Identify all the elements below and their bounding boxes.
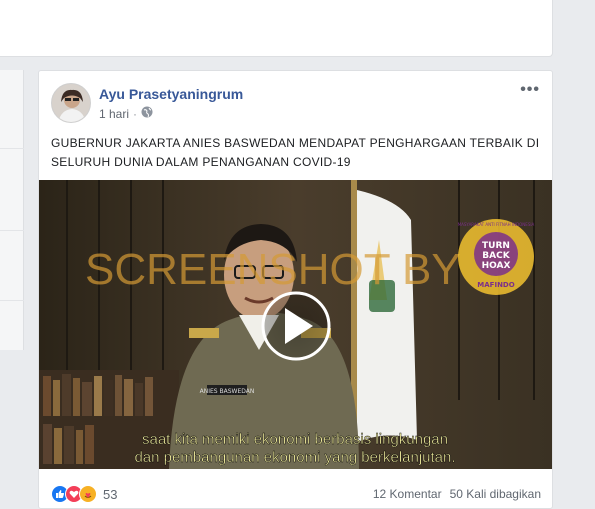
sidebar-divider	[0, 300, 24, 301]
post-author[interactable]: Ayu Prasetyaningrum	[99, 86, 243, 102]
sidebar-divider	[0, 148, 24, 149]
post-time[interactable]: 1 hari	[99, 107, 129, 121]
mafindo-badge: TURN BACK HOAX MAFINDO MASYARAKAT ANTI F…	[458, 219, 535, 295]
previous-post-card	[0, 0, 553, 57]
post-text: GUBERNUR JAKARTA ANIES BASWEDAN MENDAPAT…	[51, 136, 540, 169]
sidebar-divider	[0, 230, 24, 231]
post-footer: 53 12 Komentar 50 Kali dibagikan	[51, 483, 541, 505]
video-frame: ANIES BASWEDAN SCREENSHOT BY TURN BACK H…	[39, 180, 552, 469]
subtitle-line-2: dan pembangunan ekonomi yang berkelanjut…	[134, 449, 455, 466]
name-tag: ANIES BASWEDAN	[200, 388, 255, 395]
comments-count[interactable]: 12 Komentar	[373, 487, 442, 501]
subtitle-line-1: saat kita memiki ekonomi berbasis lingku…	[142, 431, 448, 448]
badge-back: BACK	[482, 251, 510, 261]
shares-count[interactable]: 50 Kali dibagikan	[450, 487, 541, 501]
watermark-text: SCREENSHOT BY	[85, 245, 461, 294]
care-reaction-icon	[79, 485, 97, 503]
post-stats: 12 Komentar 50 Kali dibagikan	[373, 487, 541, 501]
facebook-post: Ayu Prasetyaningrum 1 hari · ••• GUBERNU…	[38, 70, 553, 509]
video-player[interactable]: ANIES BASWEDAN SCREENSHOT BY TURN BACK H…	[39, 180, 552, 469]
reaction-count[interactable]: 53	[103, 487, 117, 502]
left-sidebar	[0, 70, 24, 350]
play-button-icon[interactable]	[261, 291, 331, 361]
globe-icon	[141, 106, 153, 121]
badge-turn: TURN	[482, 241, 510, 251]
badge-name: MAFINDO	[477, 281, 514, 289]
badge-hoax: HOAX	[482, 261, 511, 271]
reactions[interactable]: 53	[51, 485, 117, 503]
more-options-icon[interactable]: •••	[520, 81, 540, 99]
badge-ring-text: MASYARAKAT ANTI FITNAH INDONESIA	[458, 222, 535, 227]
avatar[interactable]	[51, 83, 91, 123]
post-meta: 1 hari ·	[99, 106, 153, 121]
